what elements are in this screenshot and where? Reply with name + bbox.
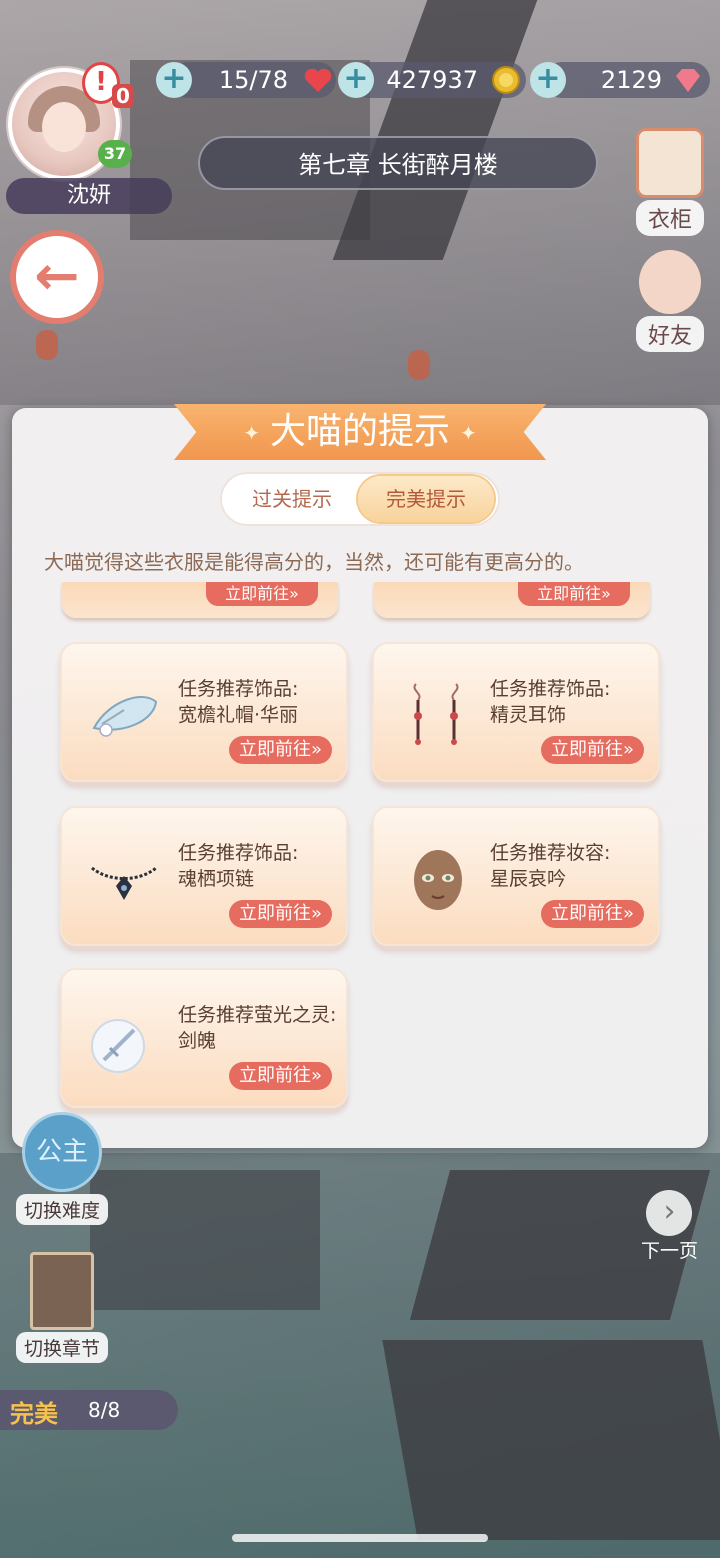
card-category: 任务推荐饰品:: [490, 678, 611, 700]
card-item-name: 魂栖项链: [178, 868, 255, 890]
earrings-icon: [413, 683, 459, 745]
chapter-title: 第七章 长街醉月楼: [198, 136, 598, 190]
player-level: 37: [98, 140, 132, 168]
chevron-right-icon: ›: [646, 1190, 693, 1236]
go-button[interactable]: 立即前往»: [228, 900, 332, 928]
sparkle-icon: ✦: [243, 421, 260, 445]
friends-label: 好友: [635, 316, 704, 352]
roof-decoration: [90, 1170, 320, 1310]
coin-icon: [492, 66, 520, 94]
recommend-card: 任务推荐饰品: 宽檐礼帽·华丽 立即前往»: [60, 642, 348, 782]
switch-difficulty-label: 切换难度: [16, 1194, 108, 1225]
difficulty-badge: 公主: [22, 1112, 102, 1192]
switch-difficulty-button[interactable]: 公主 切换难度: [16, 1112, 108, 1225]
wardrobe-icon: [636, 128, 704, 198]
switch-chapter-label: 切换章节: [16, 1332, 108, 1363]
go-button[interactable]: 立即前往»: [540, 736, 644, 764]
roof-decoration: [382, 1340, 720, 1540]
card-item-name: 星辰哀吟: [490, 868, 567, 890]
go-button[interactable]: 立即前往»: [228, 1062, 332, 1090]
book-icon: [30, 1252, 94, 1330]
friends-button[interactable]: 好友: [630, 250, 710, 352]
home-indicator[interactable]: [232, 1534, 488, 1542]
back-button[interactable]: ←: [10, 230, 104, 324]
hint-description: 大喵觉得这些衣服是能得高分的，当然，还可能有更高分的。: [44, 550, 584, 574]
go-button[interactable]: 立即前往»: [206, 582, 318, 606]
sword-spirit-icon: [91, 1019, 145, 1073]
alert-count: 0: [112, 84, 134, 108]
card-partial: 立即前往»: [374, 582, 650, 618]
go-button[interactable]: 立即前往»: [518, 582, 630, 606]
recommend-card: 任务推荐妆容: 星辰哀吟 立即前往»: [372, 806, 660, 946]
necklace-icon: [91, 866, 157, 900]
go-button[interactable]: 立即前往»: [540, 900, 644, 928]
tab-perfect-hint[interactable]: 完美提示: [358, 476, 494, 522]
next-page-button[interactable]: › 下一页: [641, 1190, 698, 1263]
recommend-card: 任务推荐饰品: 精灵耳饰 立即前往»: [372, 642, 660, 782]
friends-icon: [639, 250, 701, 314]
switch-chapter-button[interactable]: 切换章节: [16, 1252, 108, 1363]
card-category: 任务推荐饰品:: [178, 678, 299, 700]
sparkle-icon: ✦: [460, 421, 477, 445]
hat-icon: [92, 696, 158, 737]
avatar-face: [42, 102, 86, 152]
add-stamina-button[interactable]: +: [156, 62, 192, 98]
recommend-card: 任务推荐萤光之灵: 剑魄 立即前往»: [60, 968, 348, 1108]
diamond-icon: [676, 69, 700, 92]
add-diamond-button[interactable]: +: [530, 62, 566, 98]
next-page-label: 下一页: [640, 1240, 698, 1262]
hint-title-text: 大喵的提示: [269, 411, 450, 452]
makeup-face-icon: [414, 850, 462, 910]
perfect-progress: 完美 8/8: [0, 1390, 178, 1430]
go-button[interactable]: 立即前往»: [228, 736, 332, 764]
card-category: 任务推荐妆容:: [490, 842, 611, 864]
tab-level-hint[interactable]: 过关提示: [226, 476, 358, 522]
lantern-decoration: [36, 330, 58, 360]
card-category: 任务推荐饰品:: [178, 842, 299, 864]
recommend-card: 任务推荐饰品: 魂栖项链 立即前往»: [60, 806, 348, 946]
hint-panel-title: ✦ 大喵的提示 ✦: [174, 404, 546, 460]
card-partial: 立即前往»: [62, 582, 338, 618]
heart-icon: [304, 68, 332, 92]
card-item-name: 精灵耳饰: [490, 704, 567, 726]
perfect-count: 8/8: [88, 1398, 121, 1422]
card-item-name: 剑魄: [178, 1030, 217, 1052]
wardrobe-button[interactable]: 衣柜: [630, 128, 710, 236]
card-item-name: 宽檐礼帽·华丽: [178, 704, 299, 726]
add-gold-button[interactable]: +: [338, 62, 374, 98]
lantern-decoration: [408, 350, 430, 380]
hint-tabs: 过关提示 完美提示: [220, 472, 500, 526]
wardrobe-label: 衣柜: [635, 200, 704, 236]
perfect-label: 完美: [10, 1400, 58, 1428]
player-name: 沈妍: [6, 178, 172, 214]
card-category: 任务推荐萤光之灵:: [178, 1004, 337, 1026]
